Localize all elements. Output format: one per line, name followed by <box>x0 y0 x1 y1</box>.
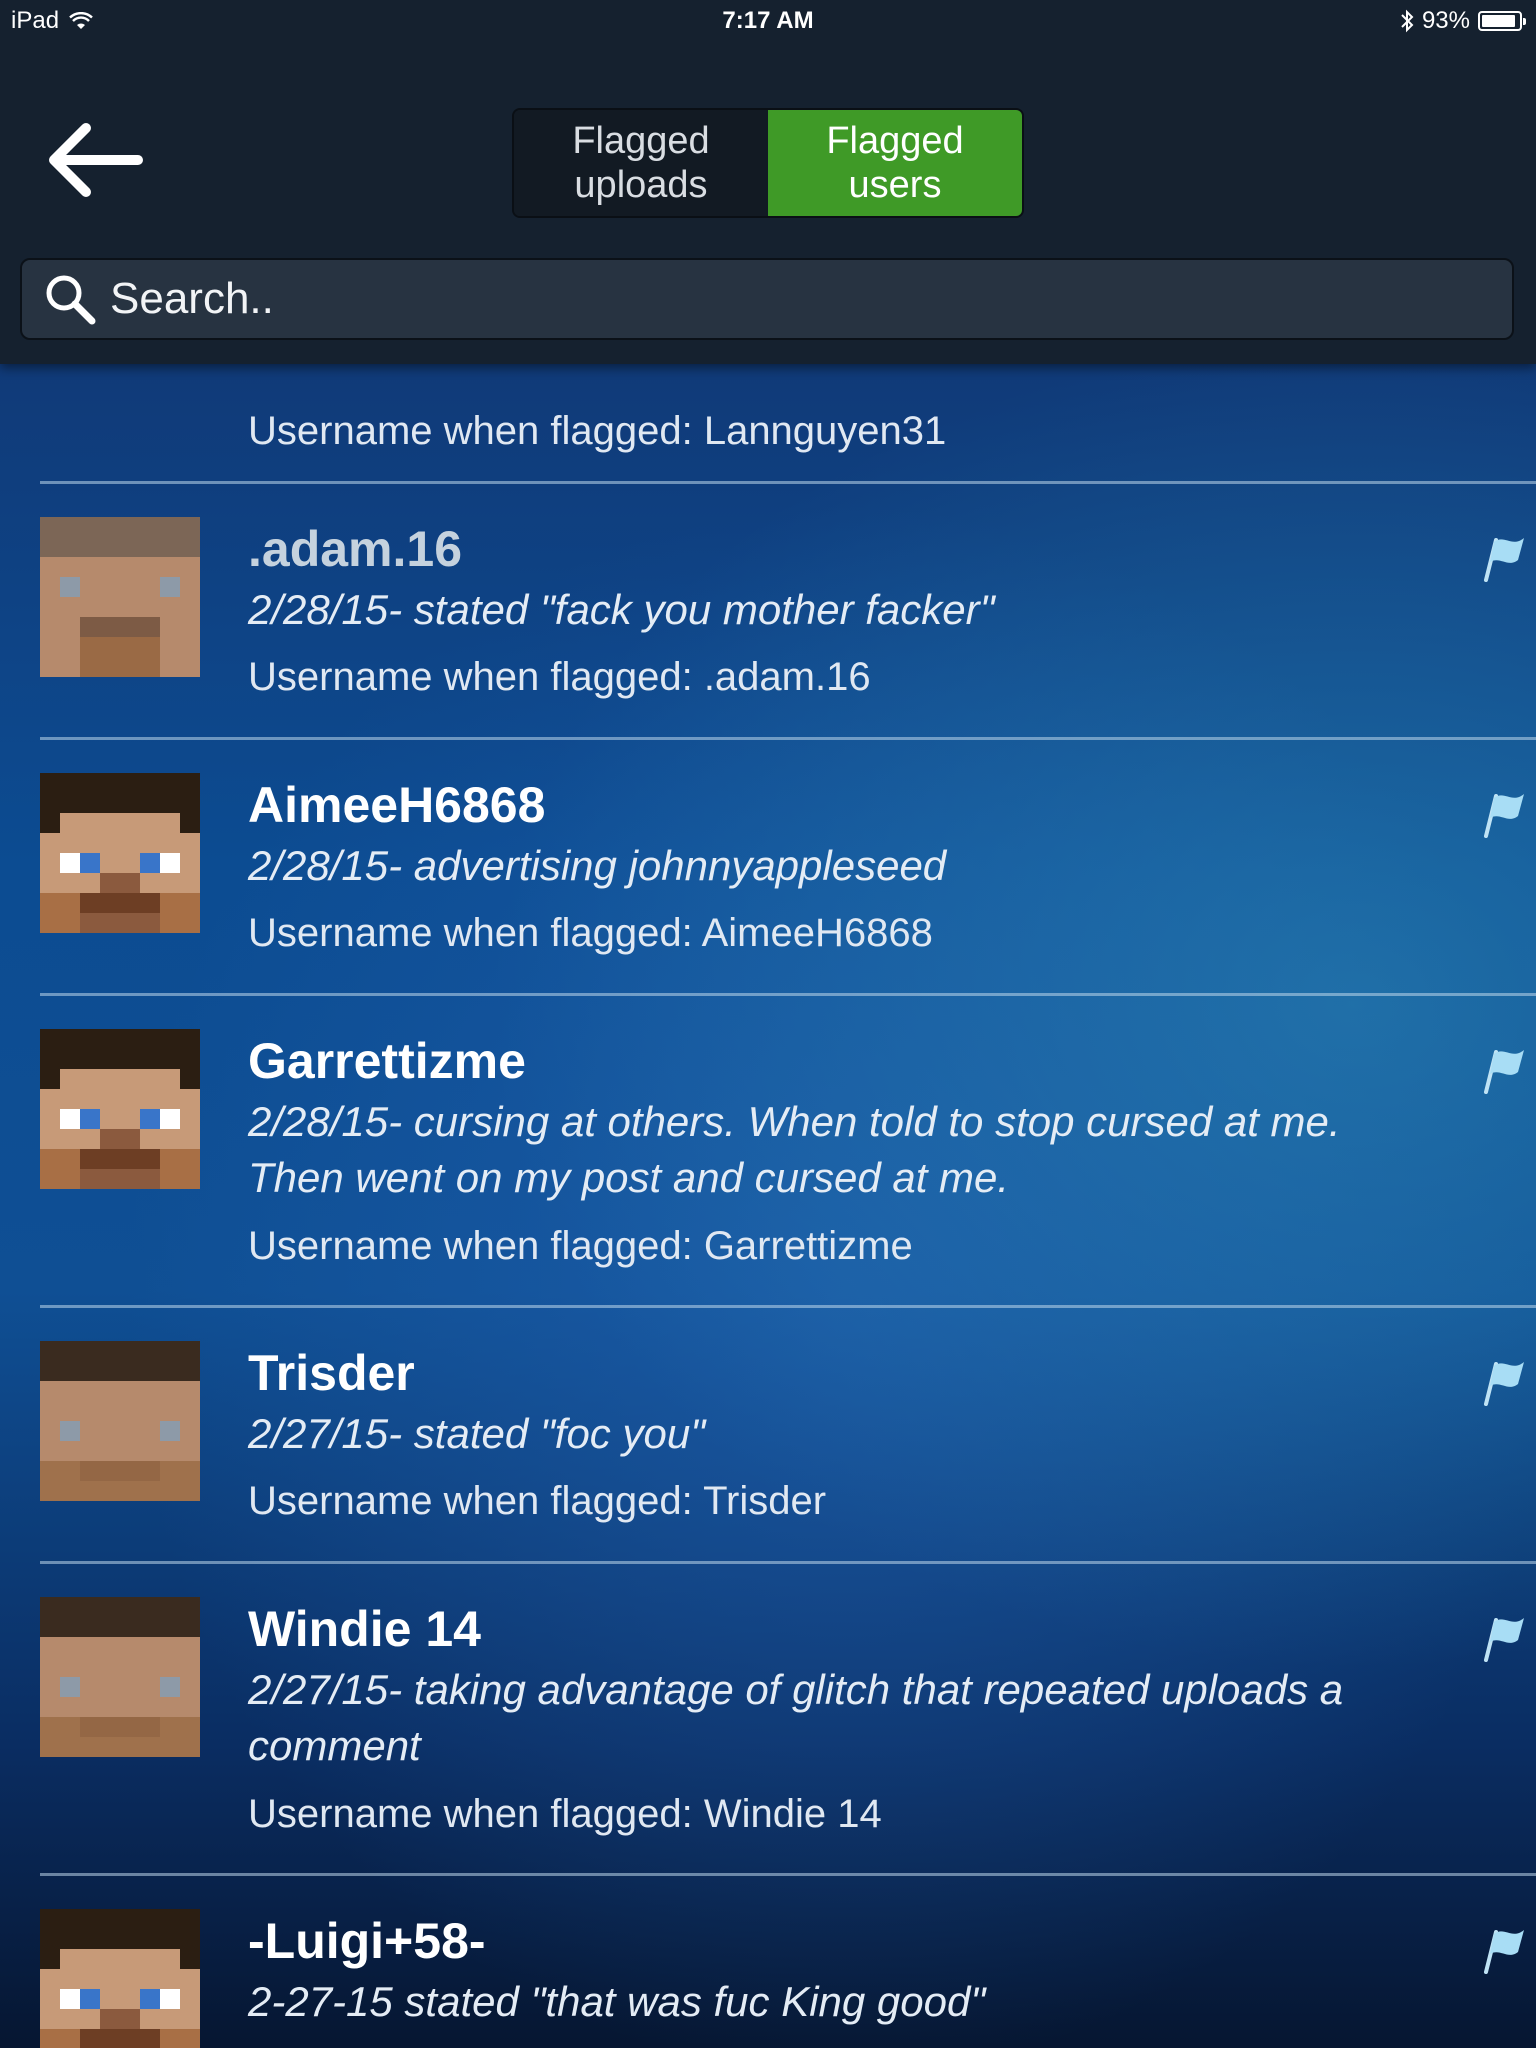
username: Garrettizme <box>248 1033 526 1089</box>
avatar <box>40 1029 200 1189</box>
flag-reason: 2/28/15- advertising johnnyappleseed <box>248 842 947 889</box>
username-when-flagged: Username when flagged: Garrettizme <box>248 1224 913 1268</box>
username: .adam.16 <box>248 521 463 577</box>
battery-fill <box>1482 15 1516 27</box>
tab-flagged-uploads[interactable]: Flagged uploads <box>514 110 768 216</box>
list-item[interactable]: .adam.16 2/28/15- stated "fack you mothe… <box>0 484 1536 740</box>
list-item[interactable]: Windie 14 2/27/15- taking advantage of g… <box>0 1564 1536 1876</box>
username-when-flagged: Username when flagged: Windie 14 <box>248 1792 882 1836</box>
avatar <box>40 517 200 677</box>
battery-percent: 93% <box>1421 7 1470 34</box>
tab-flagged-users[interactable]: Flagged users <box>768 110 1022 216</box>
list-item[interactable]: Garrettizme 2/28/15- cursing at others. … <box>0 996 1536 1308</box>
flag-reason: 2/28/15- stated "fack you mother facker" <box>248 586 995 633</box>
flag-icon[interactable] <box>1478 1610 1526 1662</box>
username-when-flagged: Username when flagged: Lannguyen31 <box>248 409 947 453</box>
back-button[interactable] <box>44 118 148 202</box>
flagged-users-list: Username when flagged: Lannguyen31 .adam… <box>0 364 1536 2048</box>
flag-reason: 2/27/15- taking advantage of glitch that… <box>248 1666 1344 1769</box>
avatar <box>40 1597 200 1757</box>
search-input[interactable] <box>108 263 1512 335</box>
flag-reason: 2/27/15- stated "foc you" <box>248 1410 706 1457</box>
search-bar <box>20 258 1514 340</box>
avatar <box>40 1909 200 2048</box>
clock: 7:17 AM <box>722 7 814 34</box>
list-item[interactable]: Trisder 2/27/15- stated "foc you" Userna… <box>0 1308 1536 1564</box>
username: -Luigi+58- <box>248 1913 486 1969</box>
flag-reason: 2-27-15 stated "that was fuc King good" <box>248 1978 986 2025</box>
battery-icon <box>1478 11 1526 31</box>
username: Windie 14 <box>248 1601 481 1657</box>
flag-icon[interactable] <box>1478 1042 1526 1094</box>
flag-icon[interactable] <box>1478 1354 1526 1406</box>
back-arrow-icon <box>49 123 143 197</box>
search-icon <box>46 275 96 325</box>
username: Trisder <box>248 1345 415 1401</box>
avatar <box>40 1341 200 1501</box>
list-item[interactable]: -Luigi+58- 2-27-15 stated "that was fuc … <box>0 1876 1536 2048</box>
status-bar: iPad 7:17 AM 93% <box>0 0 1536 42</box>
bluetooth-icon <box>1401 9 1414 33</box>
flag-reason: 2/28/15- cursing at others. When told to… <box>248 1098 1341 1201</box>
list-item[interactable]: AimeeH6868 2/28/15- advertising johnnyap… <box>0 740 1536 996</box>
username-when-flagged: Username when flagged: .adam.16 <box>248 655 871 699</box>
username: AimeeH6868 <box>248 777 546 833</box>
status-right: 93% <box>1400 7 1526 35</box>
avatar <box>40 773 200 933</box>
list-item[interactable]: Username when flagged: Lannguyen31 <box>0 364 1536 484</box>
header-bar: iPad 7:17 AM 93% Flagged uploads Flagged… <box>0 0 1536 364</box>
flag-type-segmented-control: Flagged uploads Flagged users <box>512 108 1024 218</box>
flag-icon[interactable] <box>1478 530 1526 582</box>
flag-icon[interactable] <box>1478 786 1526 838</box>
username-when-flagged: Username when flagged: Trisder <box>248 1479 827 1523</box>
username-when-flagged: Username when flagged: AimeeH6868 <box>248 911 933 955</box>
flag-icon[interactable] <box>1478 1922 1526 1974</box>
